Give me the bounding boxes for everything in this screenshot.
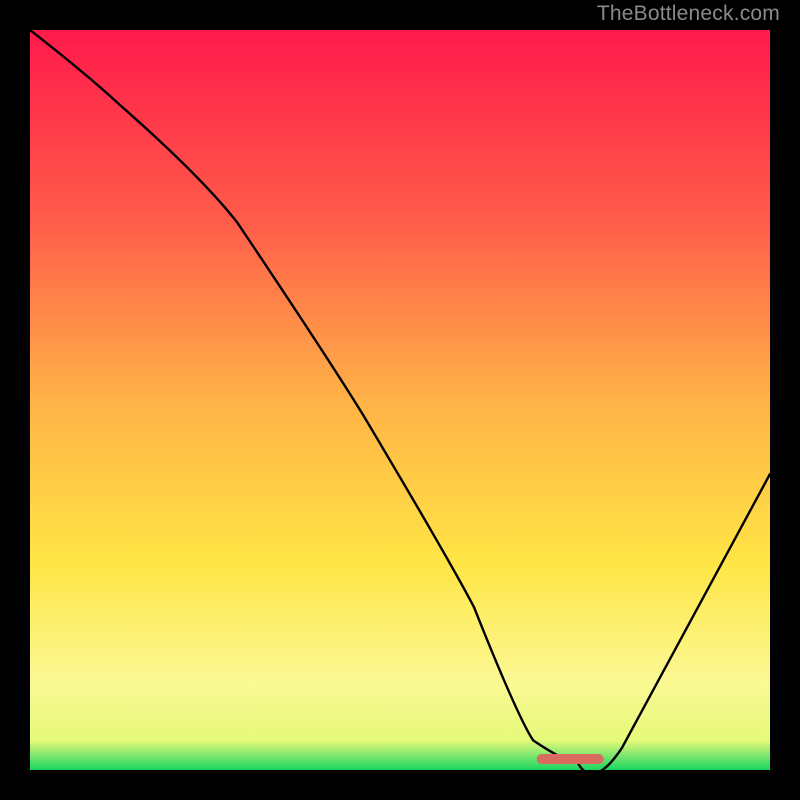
bottleneck-curve	[30, 30, 770, 770]
optimal-marker	[537, 754, 604, 764]
watermark-text: TheBottleneck.com	[597, 2, 780, 26]
chart-container: TheBottleneck.com	[0, 0, 800, 800]
curve-path	[30, 30, 770, 770]
plot-area	[30, 30, 770, 770]
